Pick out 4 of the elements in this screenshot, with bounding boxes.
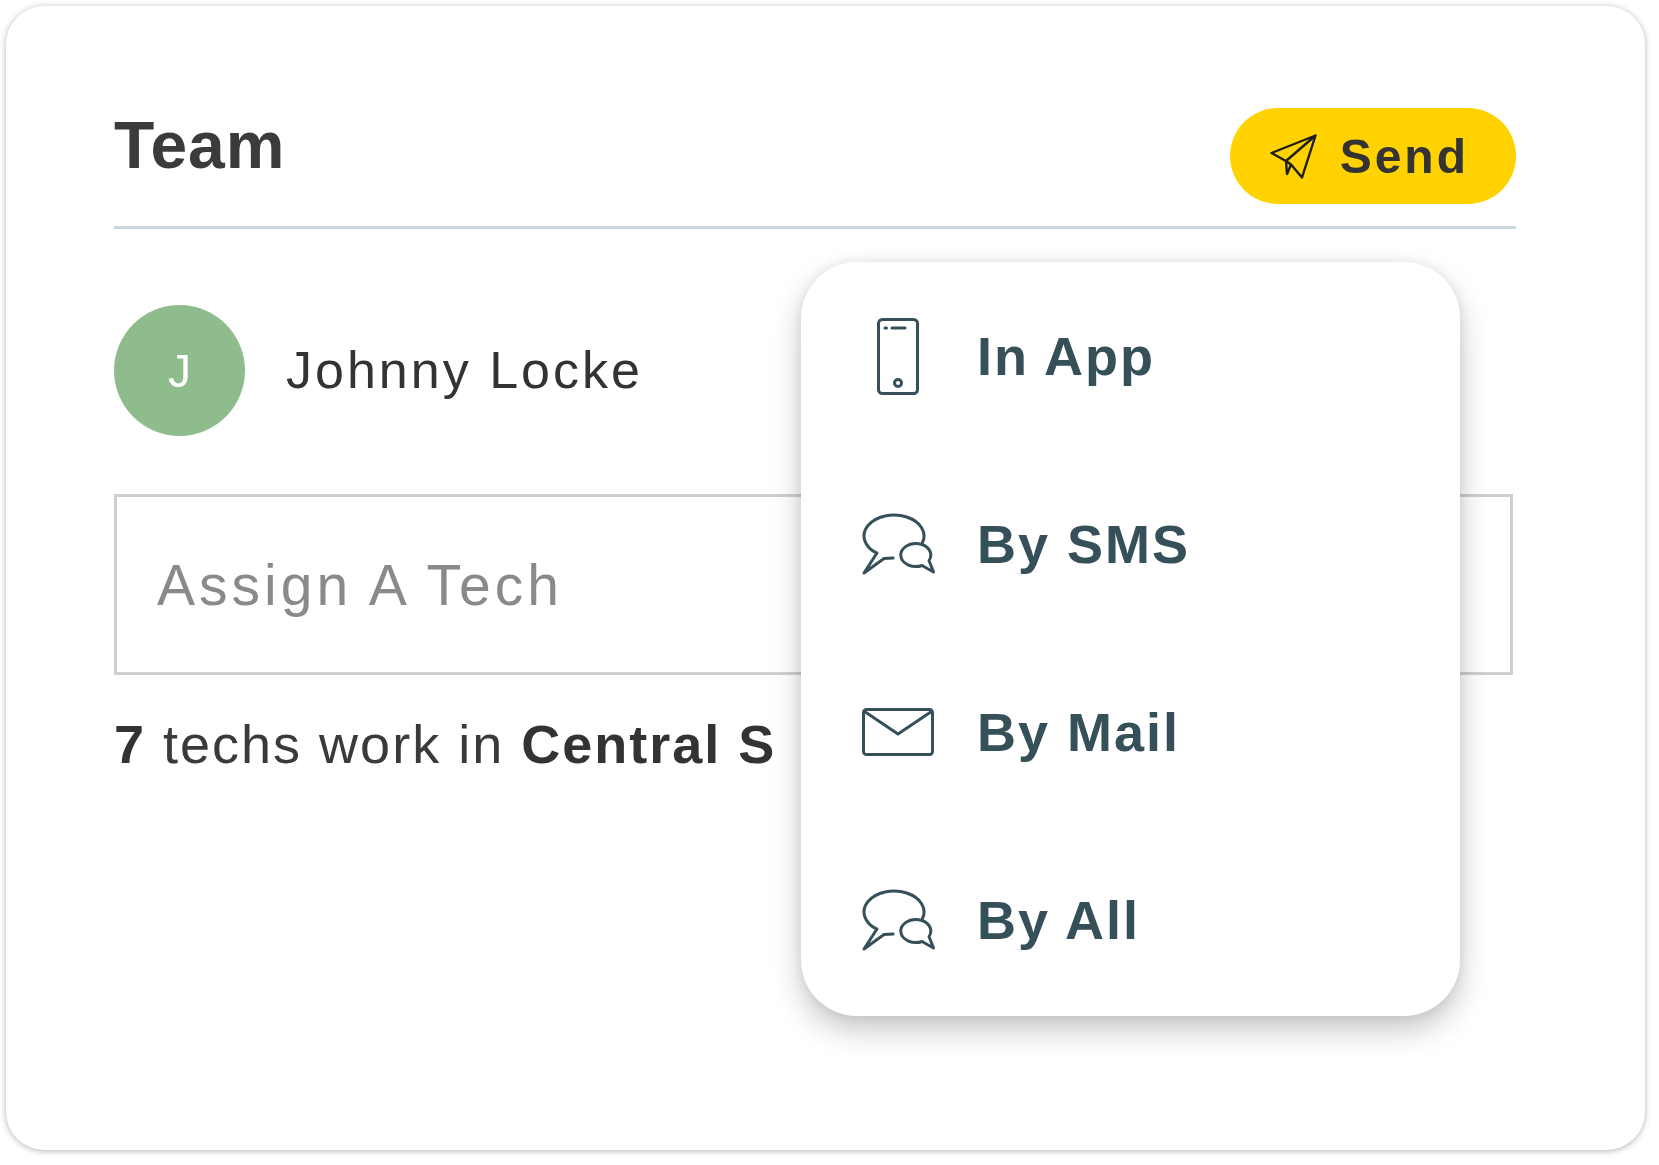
avatar: J — [114, 305, 245, 436]
techs-summary: 7 techs work in Central S — [114, 713, 777, 776]
card-title: Team — [114, 112, 286, 178]
member-name: Johnny Locke — [286, 340, 643, 402]
